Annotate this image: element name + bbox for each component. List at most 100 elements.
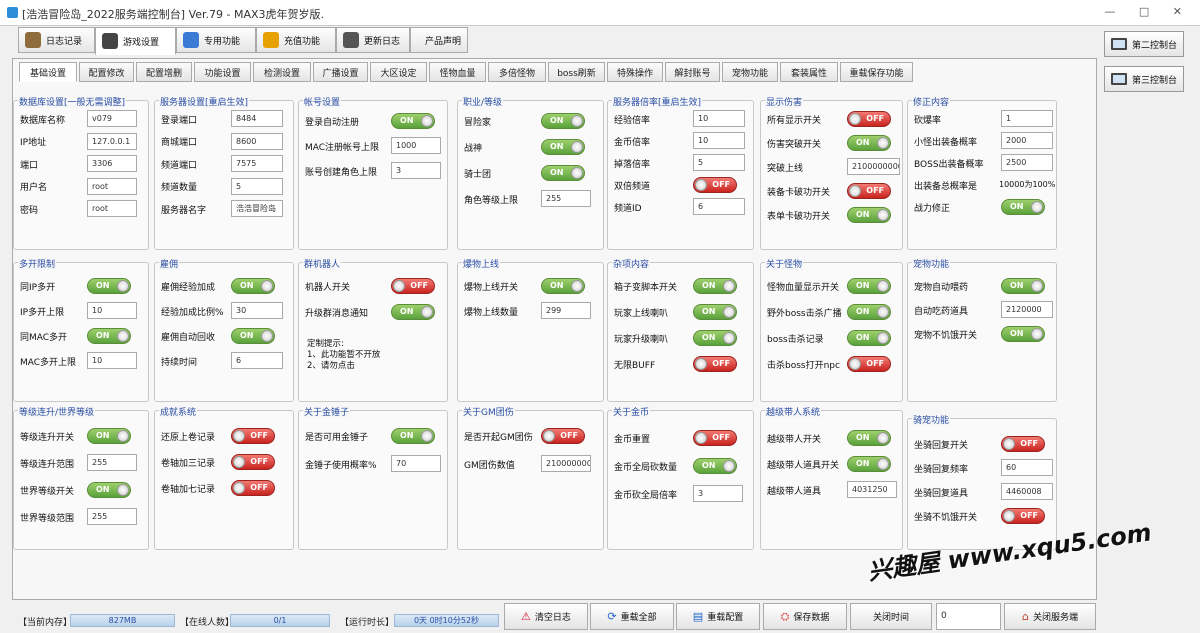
- toggle-switch[interactable]: ON: [1001, 278, 1045, 294]
- setting-input[interactable]: 3: [693, 485, 743, 502]
- setting-input[interactable]: 10: [693, 132, 745, 149]
- setting-input[interactable]: 6: [231, 352, 283, 369]
- setting-input[interactable]: root: [87, 200, 137, 217]
- sub-tab-10[interactable]: 特殊操作: [607, 62, 663, 82]
- side-console-button-3[interactable]: 第三控制台: [1104, 66, 1184, 92]
- toggle-switch[interactable]: ON: [847, 304, 891, 320]
- setting-input[interactable]: 7575: [231, 155, 283, 172]
- sub-tab-8[interactable]: 多倍怪物: [488, 62, 546, 82]
- sub-tab-12[interactable]: 宠物功能: [722, 62, 778, 82]
- sub-tab-7[interactable]: 怪物血量: [429, 62, 486, 82]
- side-console-button-2[interactable]: 第二控制台: [1104, 31, 1184, 57]
- sub-tab-6[interactable]: 大区设定: [370, 62, 427, 82]
- toggle-switch[interactable]: OFF: [391, 278, 435, 294]
- shutdown-time-input[interactable]: 0: [936, 603, 1001, 630]
- sub-tab-0[interactable]: 基础设置: [19, 62, 77, 82]
- toggle-switch[interactable]: ON: [541, 278, 585, 294]
- setting-input[interactable]: 2100000000: [847, 158, 900, 175]
- main-tab-5[interactable]: 产品声明: [410, 27, 468, 53]
- setting-input[interactable]: 3306: [87, 155, 137, 172]
- toggle-switch[interactable]: ON: [541, 139, 585, 155]
- toggle-switch[interactable]: ON: [231, 278, 275, 294]
- setting-input[interactable]: 浩浩冒险岛: [231, 200, 283, 217]
- main-tab-1[interactable]: 游戏设置: [95, 27, 176, 55]
- toggle-switch[interactable]: ON: [693, 458, 737, 474]
- toggle-switch[interactable]: OFF: [693, 430, 737, 446]
- sub-tab-11[interactable]: 解封账号: [665, 62, 720, 82]
- setting-input[interactable]: 70: [391, 455, 441, 472]
- bottom-button-3[interactable]: ⛭ 保存数据: [763, 603, 847, 630]
- main-tab-4[interactable]: 更新日志: [336, 27, 410, 53]
- toggle-switch[interactable]: OFF: [693, 356, 737, 372]
- toggle-switch[interactable]: OFF: [231, 454, 275, 470]
- toggle-switch[interactable]: ON: [391, 113, 435, 129]
- setting-input[interactable]: 5: [693, 154, 745, 171]
- setting-input[interactable]: 8600: [231, 132, 283, 150]
- setting-input[interactable]: 255: [87, 508, 137, 525]
- bottom-button-1[interactable]: ⟳ 重载全部: [590, 603, 674, 630]
- setting-input[interactable]: 8484: [231, 110, 283, 127]
- setting-input[interactable]: root: [87, 177, 137, 195]
- toggle-switch[interactable]: OFF: [1001, 508, 1045, 524]
- toggle-switch[interactable]: OFF: [847, 183, 891, 199]
- setting-input[interactable]: 1000: [391, 137, 441, 154]
- setting-input[interactable]: 299: [541, 302, 591, 319]
- main-tab-3[interactable]: 充值功能: [256, 27, 336, 53]
- bottom-button-2[interactable]: ▤ 重载配置: [676, 603, 760, 630]
- toggle-switch[interactable]: ON: [847, 430, 891, 446]
- toggle-switch[interactable]: ON: [391, 304, 435, 320]
- toggle-switch[interactable]: ON: [87, 328, 131, 344]
- toggle-switch[interactable]: ON: [693, 330, 737, 346]
- toggle-switch[interactable]: OFF: [541, 428, 585, 444]
- toggle-switch[interactable]: OFF: [847, 111, 891, 127]
- setting-input[interactable]: v079: [87, 110, 137, 127]
- sub-tab-2[interactable]: 配置增删: [136, 62, 192, 82]
- setting-input[interactable]: 3: [391, 162, 441, 179]
- toggle-switch[interactable]: ON: [87, 428, 131, 444]
- sub-tab-3[interactable]: 功能设置: [194, 62, 251, 82]
- shutdown-server-button[interactable]: ⌂ 关闭服务端: [1004, 603, 1096, 630]
- toggle-switch[interactable]: OFF: [1001, 436, 1045, 452]
- toggle-switch[interactable]: OFF: [231, 480, 275, 496]
- setting-input[interactable]: 1: [1001, 110, 1053, 127]
- toggle-switch[interactable]: OFF: [231, 428, 275, 444]
- sub-tab-4[interactable]: 检测设置: [253, 62, 311, 82]
- toggle-switch[interactable]: ON: [847, 330, 891, 346]
- toggle-switch[interactable]: ON: [693, 304, 737, 320]
- toggle-switch[interactable]: ON: [541, 113, 585, 129]
- setting-input[interactable]: 60: [1001, 459, 1053, 476]
- sub-tab-9[interactable]: boss刷新: [548, 62, 605, 82]
- setting-input[interactable]: 30: [231, 302, 283, 319]
- toggle-switch[interactable]: ON: [541, 165, 585, 181]
- setting-input[interactable]: 2120000: [1001, 301, 1053, 318]
- toggle-switch[interactable]: ON: [87, 482, 131, 498]
- setting-input[interactable]: 10: [693, 110, 745, 127]
- setting-input[interactable]: 2000: [1001, 132, 1053, 149]
- setting-input[interactable]: 6: [693, 198, 745, 215]
- main-tab-0[interactable]: 日志记录: [18, 27, 95, 53]
- setting-input[interactable]: 127.0.0.1: [87, 132, 137, 150]
- toggle-switch[interactable]: ON: [391, 428, 435, 444]
- bottom-button-0[interactable]: ⚠ 清空日志: [504, 603, 588, 630]
- setting-input[interactable]: 2500: [1001, 154, 1053, 171]
- window-controls[interactable]: — □ ✕: [1104, 5, 1192, 18]
- toggle-switch[interactable]: ON: [847, 207, 891, 223]
- setting-input[interactable]: 5: [231, 177, 283, 195]
- setting-input[interactable]: 10: [87, 352, 137, 369]
- setting-input[interactable]: 255: [541, 190, 591, 207]
- toggle-switch[interactable]: ON: [1001, 199, 1045, 215]
- toggle-switch[interactable]: ON: [847, 278, 891, 294]
- sub-tab-13[interactable]: 套装属性: [780, 62, 838, 82]
- setting-input[interactable]: 4031250: [847, 481, 897, 498]
- setting-input[interactable]: 4460008: [1001, 483, 1053, 500]
- setting-input[interactable]: 10: [87, 302, 137, 319]
- setting-input[interactable]: 255: [87, 454, 137, 471]
- toggle-switch[interactable]: ON: [693, 278, 737, 294]
- bottom-button-4[interactable]: 关闭时间: [850, 603, 932, 630]
- toggle-switch[interactable]: OFF: [693, 177, 737, 193]
- setting-input[interactable]: 2100000000: [541, 455, 591, 472]
- sub-tab-1[interactable]: 配置修改: [79, 62, 134, 82]
- toggle-switch[interactable]: ON: [87, 278, 131, 294]
- sub-tab-14[interactable]: 重载保存功能: [840, 62, 913, 82]
- toggle-switch[interactable]: ON: [1001, 326, 1045, 342]
